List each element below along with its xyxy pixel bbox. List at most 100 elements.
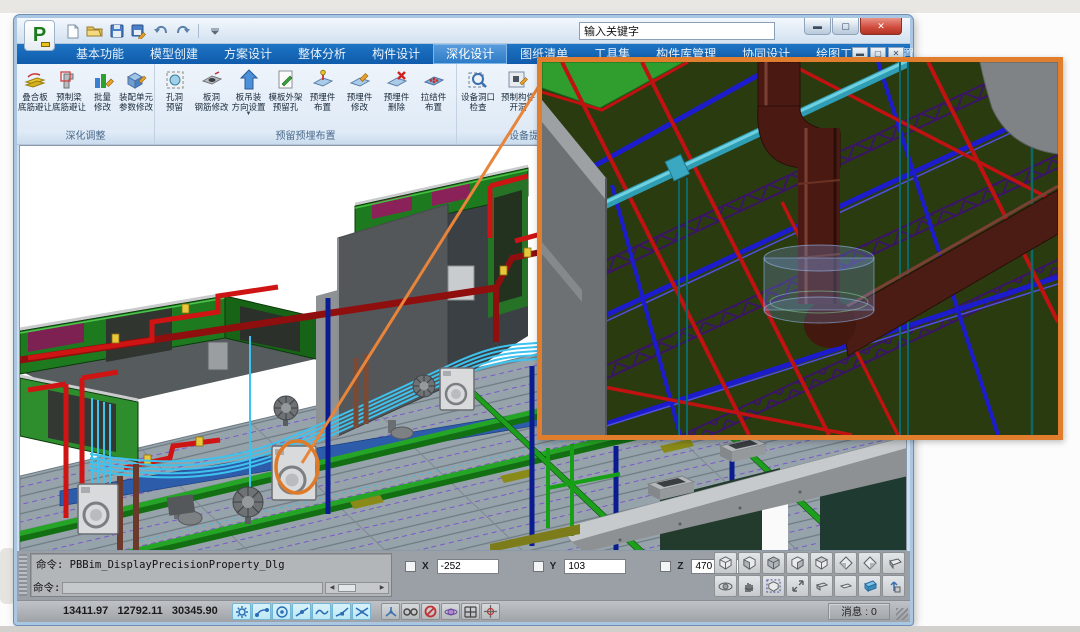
messages-counter[interactable]: 消息 : 0: [828, 603, 890, 620]
y-coordinate-field[interactable]: [564, 559, 626, 574]
tab-component-design[interactable]: 构件设计: [359, 44, 433, 64]
view-iso-sw-button[interactable]: [834, 552, 857, 574]
zoom-window-button[interactable]: [786, 575, 809, 597]
precast-beam-rebar-avoid-button[interactable]: 预制梁 底筋避让: [52, 66, 86, 130]
equipment-box: [167, 494, 195, 515]
ribbon-group-detailing-adjust: 叠合板 底筋避让 预制梁 底筋避让 批量 修改 装配单元 参数修改 深化调整: [17, 64, 155, 144]
x-label: X: [422, 561, 429, 572]
washing-machine: [272, 446, 316, 500]
tab-scheme-design[interactable]: 方案设计: [211, 44, 285, 64]
orbit-3d-button[interactable]: [441, 603, 460, 620]
zoom-extents-button[interactable]: [762, 575, 785, 597]
embed-modify-icon: [347, 68, 372, 92]
new-document-button[interactable]: [63, 22, 82, 40]
ucs-locate-button[interactable]: [882, 575, 905, 597]
view-front-button[interactable]: [738, 552, 761, 574]
view-bottom-button[interactable]: [882, 552, 905, 574]
crosshair-toggle-button[interactable]: [481, 603, 500, 620]
osnap-intersection-button[interactable]: [352, 603, 371, 620]
view-back-button[interactable]: [810, 552, 833, 574]
osnap-node-button[interactable]: [332, 603, 351, 620]
grid-toggle-button[interactable]: [461, 603, 480, 620]
command-panel: 命令: PBBim_DisplayPrecisionProperty_Dlg 命…: [17, 551, 910, 600]
disable-snap-button[interactable]: [421, 603, 440, 620]
desktop-top-strip: [0, 0, 1080, 13]
y-label: Y: [550, 561, 557, 572]
formwork-reserve-hole-button[interactable]: 模板外架 预留孔: [267, 66, 304, 130]
app-logo-button[interactable]: P: [24, 20, 55, 51]
group-label-detailing-adjust: 深化调整: [17, 130, 154, 144]
customize-toolbar-dropdown[interactable]: [205, 22, 224, 40]
desktop-bottom-strip: [0, 626, 1080, 632]
batch-modify-icon: [90, 68, 115, 92]
view-next-button[interactable]: [834, 575, 857, 597]
command-input[interactable]: [62, 582, 323, 594]
embed-part-modify-button[interactable]: 预埋件 修改: [341, 66, 378, 130]
embed-part-delete-button[interactable]: 预埋件 删除: [378, 66, 415, 130]
keyword-search-input[interactable]: [579, 22, 775, 40]
render-mode-button[interactable]: [858, 575, 881, 597]
command-prompt-label: 命令:: [33, 580, 60, 595]
maximize-button[interactable]: ▢: [832, 18, 859, 35]
composite-slab-rebar-avoid-button[interactable]: 叠合板 底筋避让: [18, 66, 52, 130]
osnap-nearest-button[interactable]: [312, 603, 331, 620]
embed-part-place-button[interactable]: 预埋件 布置: [304, 66, 341, 130]
quick-access-toolbar: [63, 22, 224, 40]
view-iso-ne-button[interactable]: [858, 552, 881, 574]
assembly-unit-param-modify-button[interactable]: 装配单元 参数修改: [119, 66, 153, 130]
view-previous-button[interactable]: [810, 575, 833, 597]
slab-hoist-direction-button[interactable]: 板吊装 方向设置 ▼: [230, 66, 267, 130]
osnap-settings-button[interactable]: [232, 603, 251, 620]
resize-grip[interactable]: [896, 608, 908, 620]
pan-button[interactable]: [738, 575, 761, 597]
hoist-direction-arrow-icon: [236, 68, 261, 92]
tab-detailing-design-active[interactable]: 深化设计: [433, 44, 507, 64]
osnap-center-button[interactable]: [272, 603, 291, 620]
z-lock-checkbox[interactable]: [660, 561, 671, 572]
command-scrollbar[interactable]: ◀ ▶: [325, 582, 389, 594]
scroll-thumb[interactable]: [338, 584, 356, 592]
exhaust-fan: [413, 375, 435, 397]
view-glasses-button[interactable]: [401, 603, 420, 620]
toolbar-separator: [198, 24, 199, 38]
view-orientation-toolbar: [714, 552, 905, 597]
formwork-hole-icon: [273, 68, 298, 92]
view-top-button[interactable]: [714, 552, 737, 574]
tie-place-icon: [421, 68, 446, 92]
tab-overall-analysis[interactable]: 整体分析: [285, 44, 359, 64]
batch-modify-button[interactable]: 批量 修改: [86, 66, 119, 130]
osnap-midpoint-button[interactable]: [292, 603, 311, 620]
panel-drag-handle[interactable]: [19, 554, 27, 596]
x-lock-checkbox[interactable]: [405, 561, 416, 572]
osnap-endpoint-button[interactable]: [252, 603, 271, 620]
tie-part-place-button[interactable]: 拉结件 布置: [415, 66, 452, 130]
tab-basic-functions[interactable]: 基本功能: [63, 44, 137, 64]
save-button[interactable]: [107, 22, 126, 40]
composite-slab-icon: [23, 68, 48, 92]
cursor-coordinates: 13411.97 12792.11 30345.90: [63, 605, 218, 617]
open-file-button[interactable]: [85, 22, 104, 40]
scroll-left-icon[interactable]: ◀: [326, 584, 338, 591]
detail-zoom-window: [537, 57, 1063, 440]
save-as-button[interactable]: [129, 22, 148, 40]
polar-tracking-button[interactable]: [381, 603, 400, 620]
scroll-right-icon[interactable]: ▶: [376, 584, 388, 591]
x-coordinate-field[interactable]: [437, 559, 499, 574]
y-lock-checkbox[interactable]: [533, 561, 544, 572]
close-button[interactable]: ✕: [860, 18, 902, 35]
equipment-opening-check-button[interactable]: 设备洞口 检查: [458, 66, 498, 130]
view-right-button[interactable]: [786, 552, 809, 574]
open-hole-pencil-icon: [506, 68, 531, 92]
hole-reserve-icon: [162, 68, 187, 92]
undo-button[interactable]: [151, 22, 170, 40]
washing-machine: [440, 368, 474, 410]
precast-component-open-hole-button[interactable]: 预制构件 开洞: [498, 66, 538, 130]
command-window: 命令: PBBim_DisplayPrecisionProperty_Dlg 命…: [30, 553, 392, 597]
slab-hole-rebar-modify-button[interactable]: 板洞 钢筋修改: [193, 66, 230, 130]
hole-reserve-button[interactable]: 孔洞 预留: [156, 66, 193, 130]
tab-model-creation[interactable]: 模型创建: [137, 44, 211, 64]
redo-button[interactable]: [173, 22, 192, 40]
minimize-button[interactable]: ▬: [804, 18, 831, 35]
free-orbit-button[interactable]: [714, 575, 737, 597]
view-left-button[interactable]: [762, 552, 785, 574]
